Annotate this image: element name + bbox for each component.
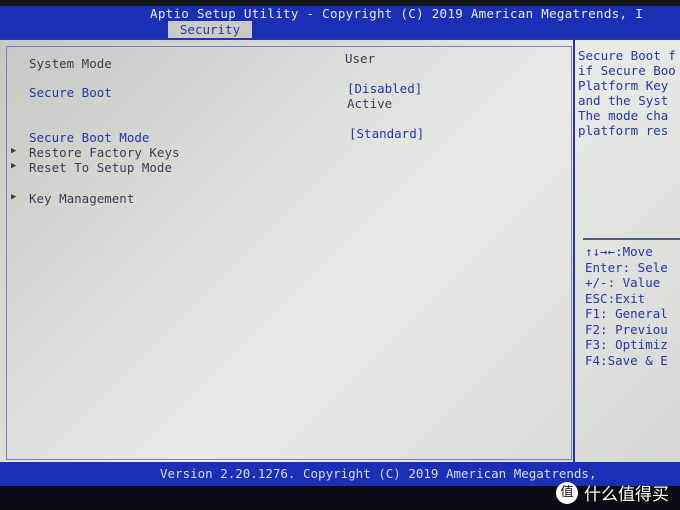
reset-to-setup-mode[interactable]: Reset To Setup Mode <box>29 160 172 175</box>
version-text: Version 2.20.1276. Copyright (C) 2019 Am… <box>160 466 597 481</box>
key-hint: +/-: Value <box>585 275 661 290</box>
secure-boot-value[interactable]: [Disabled] <box>347 81 422 96</box>
settings-panel: System Mode User Secure Boot [Disabled] … <box>6 46 572 460</box>
help-divider <box>583 238 680 240</box>
key-hint: F3: Optimiz <box>585 337 668 352</box>
watermark-logo: 值 什么值得买 <box>556 480 669 505</box>
key-management[interactable]: Key Management <box>29 191 134 206</box>
help-line: Platform Key <box>578 78 669 93</box>
help-line: platform res <box>578 123 669 138</box>
secure-boot-mode-value[interactable]: [Standard] <box>349 126 424 141</box>
key-hint: F2: Previou <box>585 322 668 337</box>
bios-header: Aptio Setup Utility - Copyright (C) 2019… <box>0 6 680 38</box>
submenu-arrow-icon: ▶ <box>11 146 17 156</box>
tab-security[interactable]: Security <box>168 21 252 38</box>
system-mode-value: User <box>345 51 376 66</box>
help-line: if Secure Boo <box>578 63 676 78</box>
help-line: The mode cha <box>578 108 669 123</box>
help-line: and the Syst <box>578 93 669 108</box>
secure-boot-status: Active <box>347 96 393 111</box>
key-hint: ESC:Exit <box>585 291 646 306</box>
watermark-text: 什么值得买 <box>584 485 669 505</box>
system-mode-label: System Mode <box>29 56 112 71</box>
secure-boot-label[interactable]: Secure Boot <box>29 85 112 100</box>
bios-title: Aptio Setup Utility - Copyright (C) 2019… <box>150 6 644 21</box>
key-hint: F4:Save & E <box>585 353 668 368</box>
key-hint: ↑↓→←:Move <box>585 244 653 259</box>
help-panel: Secure Boot f if Secure Boo Platform Key… <box>573 40 680 464</box>
watermark-icon: 值 <box>556 481 578 504</box>
key-hint: Enter: Sele <box>585 260 668 275</box>
submenu-arrow-icon: ▶ <box>11 161 17 171</box>
restore-factory-keys[interactable]: Restore Factory Keys <box>29 145 180 160</box>
main-area: System Mode User Secure Boot [Disabled] … <box>0 38 680 464</box>
secure-boot-mode-label[interactable]: Secure Boot Mode <box>29 130 149 145</box>
submenu-arrow-icon: ▶ <box>11 192 17 202</box>
help-line: Secure Boot f <box>578 48 676 63</box>
key-hint: F1: General <box>585 306 668 321</box>
